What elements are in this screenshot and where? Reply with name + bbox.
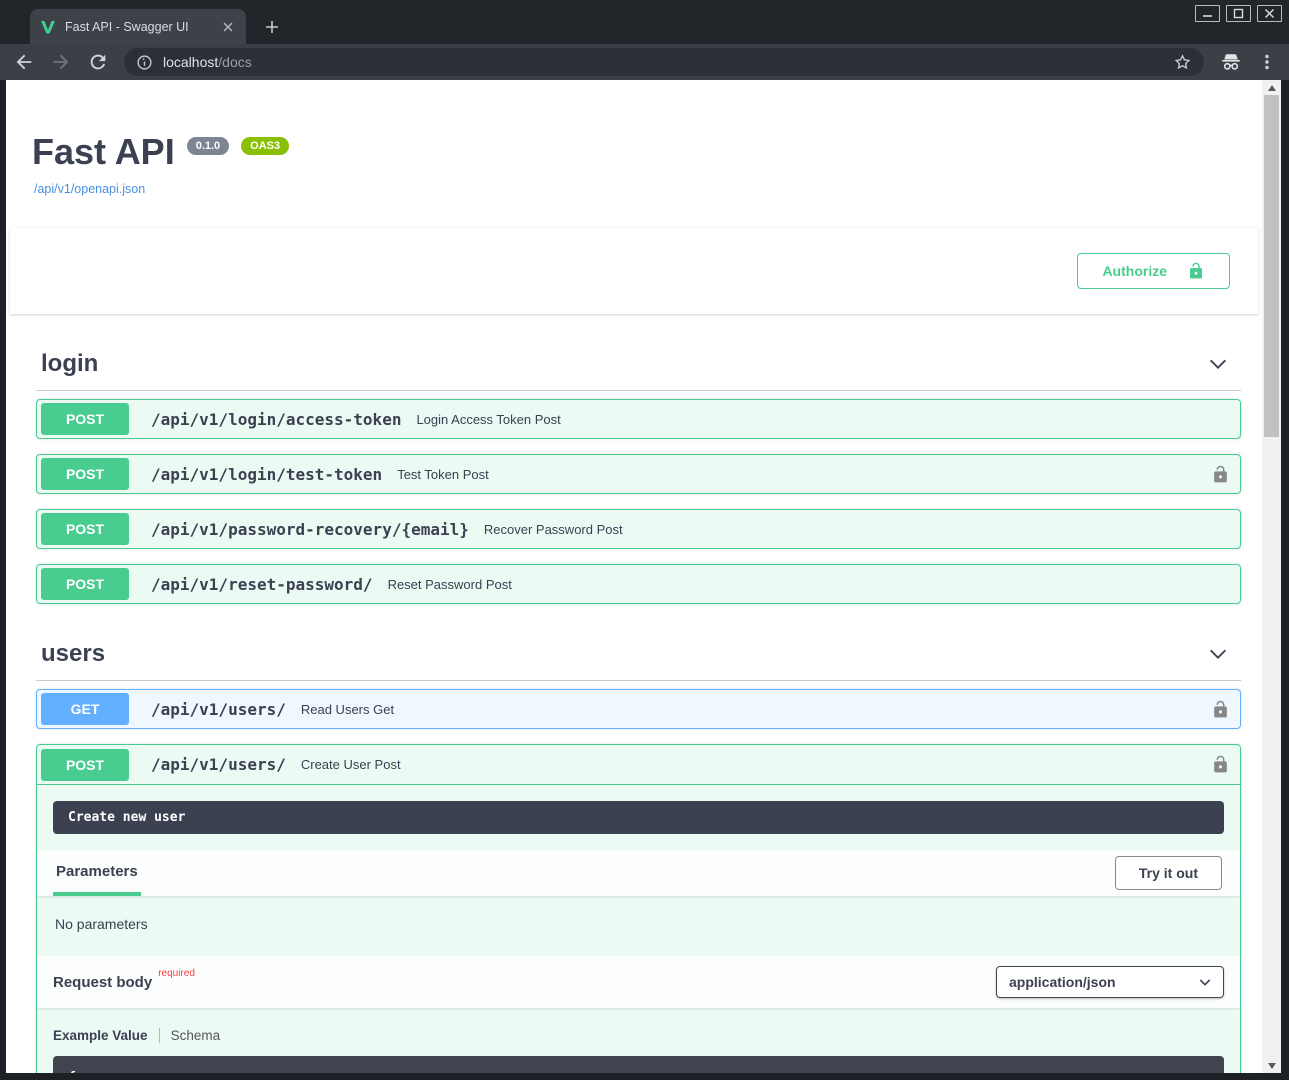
endpoint-summary: Login Access Token Post	[416, 412, 560, 427]
authorize-label: Authorize	[1102, 263, 1167, 279]
chevron-down-icon[interactable]	[1207, 643, 1229, 665]
endpoint-create-user-expanded: POST /api/v1/users/ Create User Post Cre…	[36, 744, 1241, 1073]
example-code-block: {	[53, 1056, 1224, 1073]
endpoint-path: /api/v1/users/	[151, 700, 286, 719]
menu-dots-icon[interactable]	[1258, 53, 1276, 71]
close-button[interactable]	[1257, 5, 1282, 22]
maximize-button[interactable]	[1226, 5, 1251, 22]
example-value-tab[interactable]: Example Value	[53, 1028, 148, 1043]
method-badge: GET	[41, 693, 129, 725]
request-body-header: Request bodyrequired application/json	[37, 956, 1240, 1008]
parameters-tab: Parameters	[53, 850, 141, 896]
version-badge: 0.1.0	[187, 137, 229, 155]
endpoint-reset-password[interactable]: POST /api/v1/reset-password/ Reset Passw…	[36, 564, 1241, 604]
fastapi-favicon-icon	[40, 19, 56, 35]
endpoint-login-access-token[interactable]: POST /api/v1/login/access-token Login Ac…	[36, 399, 1241, 439]
unlocked-padlock-icon[interactable]	[1211, 465, 1230, 484]
endpoint-login-test-token[interactable]: POST /api/v1/login/test-token Test Token…	[36, 454, 1241, 494]
swagger-page: Fast API 0.1.0 OAS3 /api/v1/openapi.json…	[6, 80, 1262, 1073]
request-body-label: Request bodyrequired	[53, 973, 195, 991]
endpoint-path: /api/v1/reset-password/	[151, 575, 373, 594]
section-login-title: login	[41, 350, 98, 378]
model-tabs: Example Value Schema	[53, 1028, 1224, 1043]
url-text: localhost/docs	[163, 54, 252, 70]
url-path: /docs	[218, 54, 251, 70]
forward-icon	[50, 51, 72, 73]
api-info: Fast API 0.1.0 OAS3 /api/v1/openapi.json	[6, 80, 1262, 198]
site-info-icon[interactable]	[136, 54, 153, 71]
media-type-value: application/json	[1009, 974, 1116, 990]
tab-separator	[159, 1028, 160, 1043]
method-badge: POST	[41, 749, 129, 781]
scroll-up-arrow[interactable]	[1262, 81, 1281, 94]
endpoint-create-user-summary[interactable]: POST /api/v1/users/ Create User Post	[37, 745, 1240, 785]
scrollbar-thumb[interactable]	[1264, 95, 1279, 437]
section-login-header[interactable]: login	[36, 338, 1241, 391]
unlocked-padlock-icon[interactable]	[1211, 700, 1230, 719]
endpoint-path: /api/v1/login/access-token	[151, 410, 401, 429]
method-badge: POST	[41, 568, 129, 600]
parameters-header: Parameters Try it out	[37, 850, 1240, 896]
chevron-down-icon[interactable]	[1207, 353, 1229, 375]
tab-title: Fast API - Swagger UI	[65, 20, 211, 34]
unlocked-padlock-icon[interactable]	[1211, 755, 1230, 774]
method-badge: POST	[41, 403, 129, 435]
section-users-title: users	[41, 640, 105, 668]
new-tab-button[interactable]	[260, 15, 284, 39]
section-users-header[interactable]: users	[36, 628, 1241, 681]
media-type-select[interactable]: application/json	[996, 966, 1224, 998]
openapi-spec-link[interactable]: /api/v1/openapi.json	[34, 182, 145, 196]
endpoint-summary: Test Token Post	[397, 467, 489, 482]
operation-description: Create new user	[53, 801, 1224, 834]
minimize-button[interactable]	[1195, 5, 1220, 22]
endpoint-path: /api/v1/password-recovery/{email}	[151, 520, 469, 539]
endpoint-path: /api/v1/users/	[151, 755, 286, 774]
section-users: users GET /api/v1/users/ Read Users Get …	[36, 628, 1241, 1073]
unlocked-padlock-icon	[1187, 262, 1205, 280]
endpoint-password-recovery[interactable]: POST /api/v1/password-recovery/{email} R…	[36, 509, 1241, 549]
page-scrollbar[interactable]	[1262, 80, 1281, 1073]
method-badge: POST	[41, 513, 129, 545]
try-it-out-button[interactable]: Try it out	[1115, 856, 1222, 890]
model-example-area: Example Value Schema {	[37, 1008, 1240, 1073]
tab-close-icon[interactable]	[220, 19, 236, 35]
endpoint-summary: Create User Post	[301, 757, 401, 772]
scheme-container: Authorize	[10, 228, 1258, 314]
chevron-down-icon	[1197, 974, 1213, 990]
browser-toolbar: localhost/docs	[0, 44, 1289, 80]
page-title: Fast API	[32, 130, 175, 173]
window-controls	[1195, 5, 1282, 22]
browser-tab[interactable]: Fast API - Swagger UI	[30, 9, 246, 44]
endpoint-path: /api/v1/login/test-token	[151, 465, 382, 484]
scroll-down-arrow[interactable]	[1262, 1059, 1281, 1072]
schema-tab[interactable]: Schema	[171, 1028, 221, 1043]
operation-description-wrapper: Create new user	[37, 785, 1240, 850]
browser-tab-strip: Fast API - Swagger UI	[0, 0, 1289, 44]
endpoint-read-users[interactable]: GET /api/v1/users/ Read Users Get	[36, 689, 1241, 729]
required-label: required	[158, 968, 195, 979]
oas3-badge: OAS3	[241, 137, 289, 155]
incognito-icon	[1219, 50, 1243, 74]
section-login: login POST /api/v1/login/access-token Lo…	[36, 338, 1241, 604]
bookmark-star-icon[interactable]	[1173, 53, 1192, 72]
endpoint-summary: Read Users Get	[301, 702, 394, 717]
method-badge: POST	[41, 458, 129, 490]
endpoint-summary: Recover Password Post	[484, 522, 623, 537]
no-parameters-text: No parameters	[37, 896, 1240, 956]
url-host: localhost	[163, 54, 218, 70]
authorize-button[interactable]: Authorize	[1077, 253, 1230, 289]
endpoint-summary: Reset Password Post	[388, 577, 512, 592]
address-bar[interactable]: localhost/docs	[124, 48, 1204, 76]
reload-icon[interactable]	[87, 51, 109, 73]
back-icon[interactable]	[13, 51, 35, 73]
